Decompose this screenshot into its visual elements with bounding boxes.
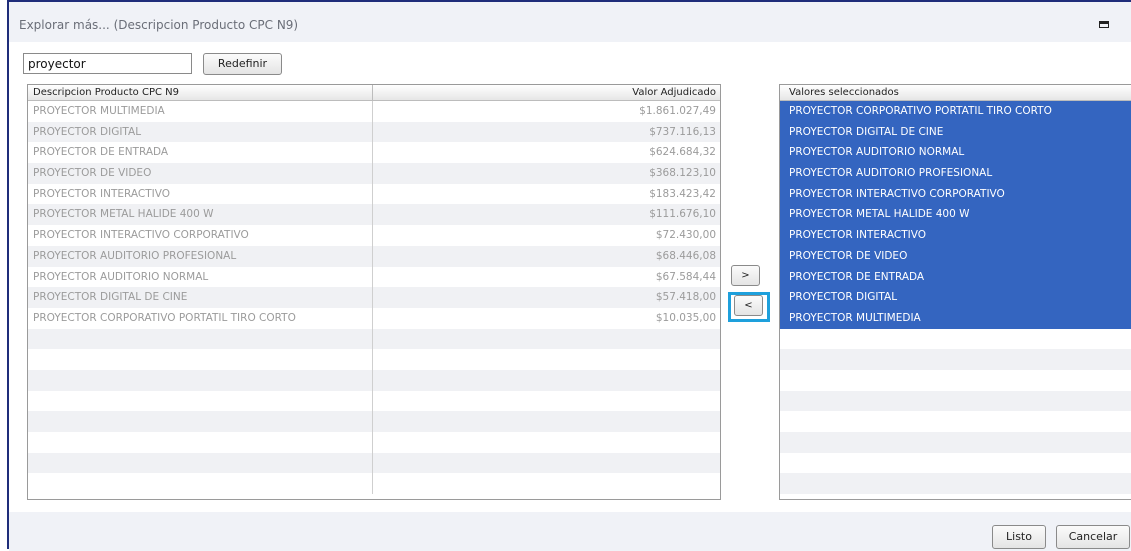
selected-values-body: PROYECTOR CORPORATIVO PORTATIL TIRO CORT… xyxy=(780,101,1131,495)
cell-description: PROYECTOR AUDITORIO NORMAL xyxy=(28,266,373,288)
column-header-description[interactable]: Descripcion Producto CPC N9 xyxy=(28,85,373,100)
cell-description: PROYECTOR INTERACTIVO CORPORATIVO xyxy=(28,225,373,246)
selected-item[interactable]: PROYECTOR MULTIMEDIA xyxy=(780,307,1131,329)
cell-value xyxy=(373,349,720,370)
cell-value: $1.861.027,49 xyxy=(639,105,716,117)
table-row xyxy=(28,349,720,370)
cell-value: $72.430,00 xyxy=(655,229,716,242)
selected-item[interactable]: PROYECTOR DE VIDEO xyxy=(780,245,1131,267)
cell-value xyxy=(373,411,720,432)
table-row[interactable]: PROYECTOR INTERACTIVO $183.423,42 xyxy=(28,183,720,205)
table-row[interactable]: PROYECTOR DE VIDEO $368.123,10 xyxy=(28,163,720,184)
cancel-button[interactable]: Cancelar xyxy=(1056,525,1130,549)
empty-row xyxy=(780,432,1131,453)
cell-description: PROYECTOR DE ENTRADA xyxy=(28,142,373,164)
cell-description: PROYECTOR CORPORATIVO PORTATIL TIRO CORT… xyxy=(28,307,373,329)
dialog-title: Explorar más... (Descripcion Producto CP… xyxy=(19,18,299,32)
cell-value xyxy=(373,370,720,391)
cell-value: $183.423,42 xyxy=(649,187,716,200)
cell-value: $10.035,00 xyxy=(655,311,716,324)
table-row xyxy=(28,390,720,412)
cell-value xyxy=(373,391,720,412)
cell-value: $57.418,00 xyxy=(655,291,716,304)
dialog-window: Explorar más... (Descripcion Producto CP… xyxy=(7,0,1131,551)
table-row xyxy=(28,432,720,453)
selected-item[interactable]: PROYECTOR INTERACTIVO CORPORATIVO xyxy=(780,183,1131,205)
empty-row xyxy=(780,329,1131,350)
reset-button[interactable]: Redefinir xyxy=(203,53,282,75)
selected-item[interactable]: PROYECTOR AUDITORIO NORMAL xyxy=(780,142,1131,164)
dialog-footer: Listo Cancelar xyxy=(9,512,1131,551)
empty-row xyxy=(780,473,1131,495)
cell-description xyxy=(28,473,373,495)
cell-description: PROYECTOR DIGITAL DE CINE xyxy=(28,287,373,308)
table-row[interactable]: PROYECTOR DE ENTRADA $624.684,32 xyxy=(28,142,720,164)
table-row[interactable]: PROYECTOR DIGITAL $737.116,13 xyxy=(28,121,720,143)
selected-item[interactable]: PROYECTOR DIGITAL DE CINE xyxy=(780,121,1131,143)
cell-description xyxy=(28,411,373,432)
empty-row xyxy=(780,370,1131,391)
selected-item[interactable]: PROYECTOR INTERACTIVO xyxy=(780,225,1131,246)
cell-value xyxy=(373,329,720,350)
maximize-icon[interactable] xyxy=(1099,21,1109,28)
cell-description xyxy=(28,328,373,350)
cell-description: PROYECTOR MULTIMEDIA xyxy=(28,101,373,122)
cell-value: $68.446,08 xyxy=(655,249,716,262)
table-row xyxy=(28,452,720,474)
cell-description: PROYECTOR AUDITORIO PROFESIONAL xyxy=(28,245,373,267)
table-row xyxy=(28,369,720,391)
cell-value: $67.584,44 xyxy=(655,270,716,283)
cell-description: PROYECTOR INTERACTIVO xyxy=(28,183,373,205)
cell-value: $368.123,10 xyxy=(649,167,716,180)
table-row[interactable]: PROYECTOR AUDITORIO PROFESIONAL $68.446,0… xyxy=(28,245,720,267)
selected-item[interactable]: PROYECTOR DIGITAL xyxy=(780,287,1131,308)
cell-description: PROYECTOR DIGITAL xyxy=(28,121,373,143)
cell-value xyxy=(373,453,720,474)
cell-description xyxy=(28,390,373,412)
selected-item[interactable]: PROYECTOR DE ENTRADA xyxy=(780,266,1131,288)
table-row[interactable]: PROYECTOR AUDITORIO NORMAL $67.584,44 xyxy=(28,266,720,288)
selected-item[interactable]: PROYECTOR METAL HALIDE 400 W xyxy=(780,204,1131,226)
cell-value: $624.684,32 xyxy=(649,146,716,159)
empty-row xyxy=(780,349,1131,370)
table-row xyxy=(28,473,720,495)
dialog-titlebar: Explorar más... (Descripcion Producto CP… xyxy=(9,2,1131,42)
selected-values-header: Valores seleccionados xyxy=(780,85,1131,101)
search-input[interactable] xyxy=(23,53,192,74)
cell-description xyxy=(28,432,373,453)
table-row[interactable]: PROYECTOR INTERACTIVO CORPORATIVO $72.430… xyxy=(28,225,720,246)
table-row[interactable]: PROYECTOR MULTIMEDIA $1.861.027,49 xyxy=(28,101,720,122)
cell-description xyxy=(28,452,373,474)
results-grid: Descripcion Producto CPC N9 Valor Adjudi… xyxy=(27,84,721,500)
column-header-value[interactable]: Valor Adjudicado xyxy=(373,85,720,100)
cell-description: PROYECTOR DE VIDEO xyxy=(28,163,373,184)
empty-row xyxy=(780,411,1131,432)
selected-item[interactable]: PROYECTOR CORPORATIVO PORTATIL TIRO CORT… xyxy=(780,101,1131,122)
grid-body: PROYECTOR MULTIMEDIA $1.861.027,49 PROYECT… xyxy=(28,101,720,495)
cell-value xyxy=(373,473,720,494)
table-row[interactable]: PROYECTOR METAL HALIDE 400 W $111.676,10 xyxy=(28,204,720,226)
cell-description: PROYECTOR METAL HALIDE 400 W xyxy=(28,204,373,226)
table-row[interactable]: PROYECTOR DIGITAL DE CINE $57.418,00 xyxy=(28,287,720,308)
grid-header: Descripcion Producto CPC N9 Valor Adjudi… xyxy=(28,85,720,101)
cell-value: $111.676,10 xyxy=(649,208,716,221)
cell-description xyxy=(28,369,373,391)
empty-row xyxy=(780,390,1131,412)
table-row xyxy=(28,328,720,350)
focus-highlight xyxy=(728,292,770,322)
cell-value: $737.116,13 xyxy=(649,125,716,138)
table-row xyxy=(28,411,720,432)
cell-value xyxy=(373,432,720,453)
cell-description xyxy=(28,349,373,370)
table-row[interactable]: PROYECTOR CORPORATIVO PORTATIL TIRO CORT… xyxy=(28,307,720,329)
ok-button[interactable]: Listo xyxy=(992,525,1046,549)
selected-item[interactable]: PROYECTOR AUDITORIO PROFESIONAL xyxy=(780,163,1131,184)
selected-values-list: Valores seleccionados PROYECTOR CORPORAT… xyxy=(779,84,1131,500)
add-to-selection-button[interactable]: > xyxy=(731,265,760,286)
empty-row xyxy=(780,453,1131,474)
